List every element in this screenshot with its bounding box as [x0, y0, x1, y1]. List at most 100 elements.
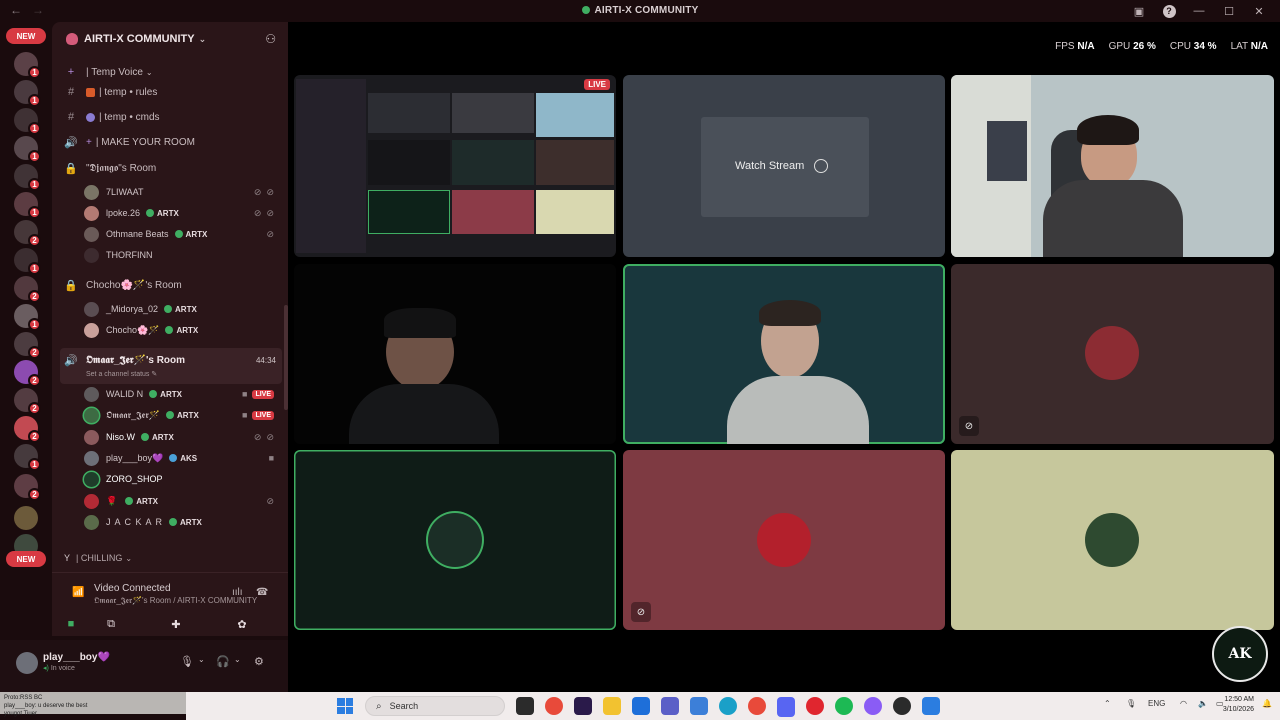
- voice-member[interactable]: Niso.W ARTX ⊘ ⊘: [84, 427, 282, 447]
- video-tile-avatar[interactable]: [294, 450, 616, 630]
- tray-chevron-icon[interactable]: ⌃: [1104, 699, 1111, 708]
- server-icon[interactable]: 2: [14, 332, 41, 359]
- server-icon[interactable]: 1: [14, 80, 41, 107]
- voice-member[interactable]: Chocho🌸🪄 ARTX: [84, 320, 282, 340]
- watch-stream-button[interactable]: Watch Stream: [735, 159, 829, 173]
- voice-member[interactable]: play___boy💜 AKS ■: [84, 448, 282, 468]
- new-pill[interactable]: NEW: [6, 28, 46, 44]
- video-tile-avatar[interactable]: ⊘: [623, 450, 945, 630]
- voice-member[interactable]: J A C K A R ARTX: [84, 512, 282, 532]
- video-tile-webcam[interactable]: [294, 264, 616, 444]
- mic-muted-icon: ⊘: [253, 186, 262, 197]
- server-icon[interactable]: [14, 506, 38, 530]
- volume-icon[interactable]: 🔈: [1198, 699, 1208, 708]
- voice-member[interactable]: WALID N ARTX ■ LIVE: [84, 384, 282, 404]
- chrome-icon[interactable]: [748, 697, 766, 715]
- server-header[interactable]: AIRTI-X COMMUNITY ⌄ ⚇: [52, 22, 288, 56]
- channel-django-room[interactable]: 🔒 "𝕯𝖏𝖆𝖓𝖌𝖔"s Room: [64, 158, 156, 178]
- chevron-down-icon[interactable]: ⌄: [198, 655, 205, 664]
- opera-icon[interactable]: [806, 697, 824, 715]
- channel-make-room[interactable]: 🔊 + | MAKE YOUR ROOM: [64, 132, 195, 152]
- server-icon[interactable]: 1: [14, 164, 41, 191]
- disconnect-icon[interactable]: ☎: [256, 587, 268, 598]
- popout-icon[interactable]: [814, 159, 829, 173]
- wifi-icon[interactable]: ◠: [1180, 699, 1187, 708]
- teams-icon[interactable]: [661, 697, 679, 715]
- channel-temp-rules[interactable]: # | temp • rules: [64, 82, 157, 102]
- call-timer: 44:34: [255, 356, 276, 365]
- server-icon[interactable]: 1: [14, 444, 41, 471]
- premiere-icon[interactable]: [574, 697, 592, 715]
- headphones-icon[interactable]: 🎧: [216, 655, 230, 668]
- voice-member[interactable]: Othmane Beats ARTX ⊘: [84, 224, 282, 244]
- channel-status-link[interactable]: Set a channel status ✎: [86, 370, 157, 378]
- close-button[interactable]: ✕: [1244, 3, 1274, 19]
- tray-mic-icon[interactable]: 🎙: [1126, 699, 1136, 708]
- screen-share-button[interactable]: ⧉: [86, 615, 136, 633]
- file-explorer-icon[interactable]: [603, 697, 621, 715]
- channel-temp-voice[interactable]: + | Temp Voice ⌄: [64, 62, 153, 82]
- channel-chilling[interactable]: Y | CHILLING ⌄: [64, 550, 132, 566]
- server-icon[interactable]: 2: [14, 360, 41, 387]
- hash-icon: #: [67, 86, 75, 98]
- server-icon[interactable]: 1: [14, 248, 41, 275]
- app-icon[interactable]: [922, 697, 940, 715]
- server-icon[interactable]: 1: [14, 304, 41, 331]
- channel-chocho-room[interactable]: 🔒 Chocho🌸🪄's Room: [64, 275, 182, 295]
- video-tile-avatar[interactable]: [951, 450, 1274, 630]
- channel-omaar-room[interactable]: 🔊 𝕺𝖒𝖆𝖆𝖗_𝕵𝖊𝖗🪄's Room: [64, 350, 185, 370]
- video-tile-screenshare[interactable]: LIVE: [294, 75, 616, 257]
- live-badge: LIVE: [252, 410, 274, 420]
- task-view-icon[interactable]: [516, 697, 534, 715]
- taskbar-search[interactable]: ⌕ Search: [365, 696, 505, 716]
- video-tile-webcam[interactable]: [951, 75, 1274, 257]
- inbox-icon[interactable]: ▣: [1124, 3, 1154, 19]
- server-icon[interactable]: 2: [14, 276, 41, 303]
- member-status-icons: ⊘ ⊘: [254, 187, 274, 198]
- video-tile-avatar[interactable]: ⊘: [951, 264, 1274, 444]
- activities-button[interactable]: ✚: [151, 615, 201, 633]
- chrome-icon[interactable]: [545, 697, 563, 715]
- voice-member[interactable]: 7LIWAAT ⊘ ⊘: [84, 182, 282, 202]
- store-icon[interactable]: [632, 697, 650, 715]
- voice-member[interactable]: ZORO_SHOP: [84, 469, 282, 489]
- outlook-icon[interactable]: [690, 697, 708, 715]
- chevron-down-icon[interactable]: ⌄: [234, 655, 241, 664]
- app-icon[interactable]: [893, 697, 911, 715]
- discord-icon[interactable]: [777, 697, 795, 715]
- channel-temp-cmds[interactable]: # | temp • cmds: [64, 107, 160, 127]
- maximize-button[interactable]: ☐: [1214, 3, 1244, 19]
- microphone-icon[interactable]: 🎙: [180, 655, 194, 668]
- clock[interactable]: 12:50 AM 3/10/2026: [1223, 695, 1254, 715]
- edge-icon[interactable]: [719, 697, 737, 715]
- voice-member[interactable]: 𝕺𝖒𝖆𝖆𝖗_𝕵𝖊𝖗🪄 ARTX ■ LIVE: [84, 405, 282, 425]
- add-member-icon[interactable]: ⚇: [265, 32, 276, 46]
- voice-member[interactable]: lpoke.26 ARTX ⊘ ⊘: [84, 203, 282, 223]
- spotify-icon[interactable]: [835, 697, 853, 715]
- video-tile-speaking[interactable]: [623, 264, 945, 444]
- help-icon[interactable]: ?: [1154, 3, 1184, 19]
- app-icon[interactable]: [864, 697, 882, 715]
- notification-icon[interactable]: 🔔: [1262, 699, 1272, 708]
- server-icon[interactable]: 1: [14, 136, 41, 163]
- server-icon[interactable]: 1: [14, 52, 41, 79]
- server-icon[interactable]: 2: [14, 388, 41, 415]
- server-icon[interactable]: 1: [14, 192, 41, 219]
- video-tile-watch-stream[interactable]: Watch Stream: [623, 75, 945, 257]
- start-menu-icon[interactable]: [337, 698, 353, 714]
- gear-icon[interactable]: ⚙: [254, 655, 264, 668]
- minimize-button[interactable]: —: [1184, 3, 1214, 19]
- server-icon[interactable]: 1: [14, 108, 41, 135]
- new-pill-bottom[interactable]: NEW: [6, 551, 46, 567]
- noise-suppression-icon[interactable]: ıılı: [232, 587, 243, 598]
- voice-member[interactable]: 🌹 ARTX ⊘: [84, 491, 282, 511]
- server-icon[interactable]: 2: [14, 474, 41, 501]
- server-icon[interactable]: 2: [14, 220, 41, 247]
- soundboard-icon: ✿: [237, 618, 247, 631]
- avatar[interactable]: [16, 652, 38, 674]
- server-icon[interactable]: 2: [14, 416, 41, 443]
- voice-member[interactable]: THORFINN: [84, 245, 282, 265]
- voice-member[interactable]: _Midorya_02 ARTX: [84, 299, 282, 319]
- soundboard-button[interactable]: ✿: [217, 615, 267, 633]
- language-indicator[interactable]: ENG: [1148, 699, 1165, 708]
